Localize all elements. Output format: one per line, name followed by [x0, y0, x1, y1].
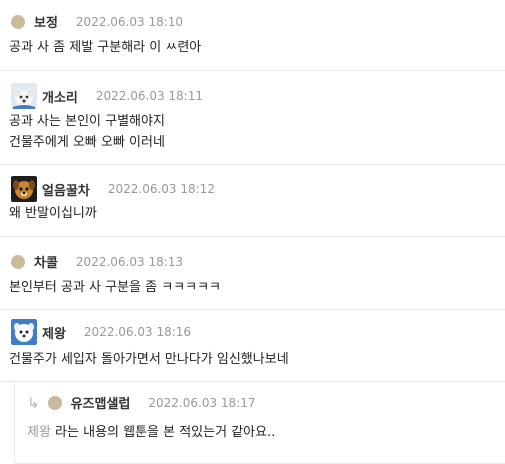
comment-header: ↳ 유즈맵샐럽 2022.06.03 18:17 [27, 393, 256, 413]
comment-text: 건물주가 세입자 돌아가면서 만나다가 임신했나보네 [9, 349, 289, 370]
white-puppy-icon[interactable] [11, 319, 37, 345]
comment-item: 보정 2022.06.03 18:10 공과 사 좀 제발 구분해라 이 ㅆ련아 [0, 0, 505, 71]
comment-author[interactable]: 보정 [34, 12, 58, 31]
comment-line: 건물주가 세입자 돌아가면서 만나다가 임신했나보네 [9, 352, 289, 367]
avatar[interactable] [11, 254, 25, 269]
comment-text: 본인부터 공과 사 구분을 좀 ㅋㅋㅋㅋㅋ [9, 277, 221, 298]
comment-author[interactable]: 제왕 [42, 323, 66, 342]
comment-header: 차콜 2022.06.03 18:13 [11, 252, 183, 271]
comment-text: 공과 사 좀 제발 구분해라 이 ㅆ련아 [9, 37, 201, 58]
reply-text: 라는 내용의 웹툰을 본 적있는거 같아요.. [50, 425, 276, 440]
brown-dog-icon[interactable] [11, 176, 37, 202]
comment-text: 공과 사는 본인이 구별해야지 건물주에게 오빠 오빠 이러네 [9, 111, 165, 153]
comment-date: 2022.06.03 18:17 [148, 395, 256, 410]
comment-date: 2022.06.03 18:10 [75, 14, 184, 29]
comment-text: 제왕 라는 내용의 웹툰을 본 적있는거 같아요.. [27, 422, 275, 443]
avatar[interactable] [11, 14, 25, 29]
mention-link[interactable]: 제왕 [27, 425, 51, 440]
comment-item: 제왕 2022.06.03 18:16 건물주가 세입자 돌아가면서 만나다가 … [0, 310, 505, 382]
comment-author[interactable]: 개소리 [42, 87, 78, 106]
reply-item: ↳ 유즈맵샐럽 2022.06.03 18:17 제왕 라는 내용의 웹툰을 본… [14, 382, 505, 464]
comment-author[interactable]: 유즈맵샐럽 [71, 393, 131, 412]
comment-date: 2022.06.03 18:13 [75, 254, 184, 269]
comment-list: 보정 2022.06.03 18:10 공과 사 좀 제발 구분해라 이 ㅆ련아 [0, 0, 505, 464]
comment-date: 2022.06.03 18:16 [83, 325, 192, 339]
comment-line: 왜 반말이십니까 [9, 206, 97, 221]
comment-line: 공과 사 좀 제발 구분해라 이 ㅆ련아 [9, 40, 202, 55]
comment-date: 2022.06.03 18:11 [95, 89, 203, 103]
avatar[interactable] [47, 395, 62, 410]
reply-line: 제왕 라는 내용의 웹툰을 본 적있는거 같아요.. [27, 422, 275, 443]
white-dog-icon[interactable] [11, 83, 37, 109]
comment-text: 왜 반말이십니까 [9, 203, 97, 224]
comment-header: 제왕 2022.06.03 18:16 [11, 319, 191, 345]
comment-author[interactable]: 얼음꿀차 [42, 180, 90, 199]
comment-line: 본인부터 공과 사 구분을 좀 ㅋㅋㅋㅋㅋ [9, 280, 222, 295]
comment-date: 2022.06.03 18:12 [107, 182, 215, 196]
comment-header: 보정 2022.06.03 18:10 [11, 12, 183, 31]
comment-item: 차콜 2022.06.03 18:13 본인부터 공과 사 구분을 좀 ㅋㅋㅋㅋ… [0, 237, 505, 310]
comment-header: 얼음꿀차 2022.06.03 18:12 [11, 176, 215, 202]
comment-item: 얼음꿀차 2022.06.03 18:12 왜 반말이십니까 [0, 165, 505, 237]
reply-arrow-icon: ↳ [27, 393, 40, 412]
comment-line: 건물주에게 오빠 오빠 이러네 [9, 135, 165, 150]
comment-item: 개소리 2022.06.03 18:11 공과 사는 본인이 구별해야지 건물주… [0, 71, 505, 165]
comment-line: 공과 사는 본인이 구별해야지 [9, 114, 165, 129]
comment-author[interactable]: 차콜 [34, 252, 58, 271]
comment-header: 개소리 2022.06.03 18:11 [11, 83, 203, 109]
